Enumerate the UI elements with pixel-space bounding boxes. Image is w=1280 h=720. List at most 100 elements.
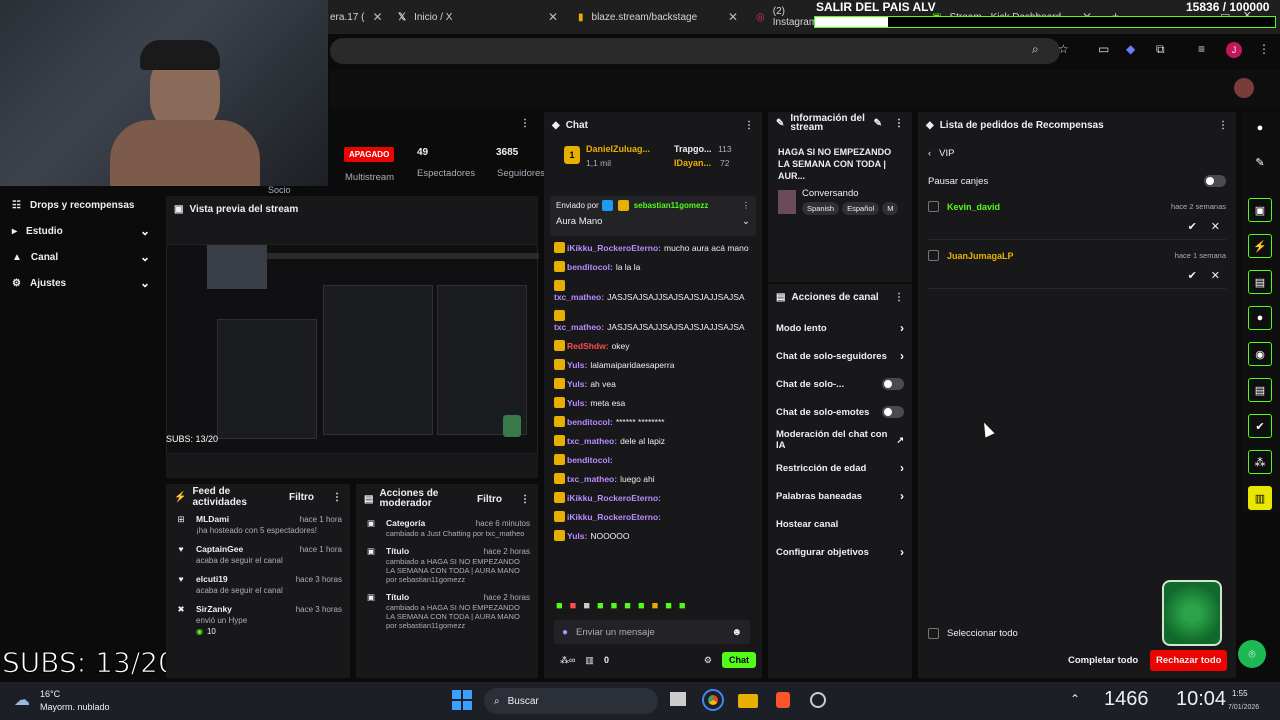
chat-username[interactable]: RedShdw: — [567, 341, 609, 351]
chat-username[interactable]: txc_matheo: — [554, 292, 604, 302]
mic-icon[interactable]: ● — [562, 627, 568, 638]
sidebar-item-canal[interactable]: ▲ Canal ⌄ — [0, 244, 162, 270]
pinned-message[interactable]: Enviado por sebastian11gomezz ⋮ Aura Mano ⌄ — [550, 196, 756, 236]
channel-action-item[interactable]: Chat de solo-... — [768, 370, 912, 398]
chevron-down-icon[interactable]: ⌄ — [742, 216, 750, 227]
chat-icon[interactable]: ● — [1248, 306, 1272, 330]
channel-action-item[interactable]: Chat de solo-emotes — [768, 398, 912, 426]
chat-username[interactable]: benditocol: — [567, 262, 613, 272]
sidebar-item-estudio[interactable]: ▸ Estudio ⌄ — [0, 218, 162, 244]
sidebar-item-drops[interactable]: ☷ Drops y recompensas — [0, 192, 162, 218]
chat-message[interactable]: iKikku_RockeroEterno: — [554, 511, 754, 523]
menu-icon[interactable]: ⋮ — [1258, 42, 1270, 56]
multistream-label[interactable]: Multistream — [345, 172, 394, 183]
emote-icon[interactable]: ■ — [624, 600, 631, 612]
chat-username[interactable]: benditocol: — [567, 455, 613, 465]
list-icon[interactable]: ≡ — [1198, 42, 1205, 56]
document-icon[interactable]: ▤ — [1248, 270, 1272, 294]
screen-icon[interactable]: ▣ — [1248, 198, 1272, 222]
avatar[interactable] — [1234, 78, 1254, 98]
star-icon[interactable]: ☆ — [1058, 42, 1069, 56]
taskbar-search[interactable]: ⌕ Buscar — [484, 688, 658, 714]
filter-button[interactable]: Filtro — [289, 492, 314, 503]
menu-icon[interactable]: ⋮ — [1218, 120, 1228, 131]
users-icon[interactable]: ⁂∞ — [560, 655, 575, 666]
wrench-icon[interactable]: ✔ — [1248, 414, 1272, 438]
gift-icon[interactable]: ▥ — [1248, 486, 1272, 510]
external-link-icon[interactable]: ↗ — [896, 435, 904, 446]
chrome-icon[interactable] — [702, 689, 724, 711]
edit-icon[interactable]: ✎ — [1248, 150, 1272, 174]
reward-user[interactable]: JuanJumagaLP — [947, 251, 1014, 261]
chat-username[interactable]: Yuls: — [567, 398, 587, 408]
toggle-switch[interactable] — [882, 378, 904, 390]
chat-message[interactable]: txc_matheo: luego ahi — [554, 473, 754, 485]
menu-icon[interactable]: ⋮ — [332, 492, 342, 503]
chat-username[interactable]: txc_matheo: — [567, 436, 617, 446]
filter-button[interactable]: Filtro — [477, 494, 502, 505]
activity-item[interactable]: ♥ CaptainGee hace 1 hora acaba de seguir el… — [166, 540, 350, 570]
edit-icon[interactable]: ✎ — [874, 118, 882, 129]
broadcast-icon[interactable]: ◉ — [1248, 342, 1272, 366]
activity-item[interactable]: ✖ SirZanky hace 3 horas envió un Hype ◉ 10 — [166, 600, 350, 641]
chat-username[interactable]: Yuls: — [567, 360, 587, 370]
chat-username[interactable]: benditocol: — [567, 417, 613, 427]
reject-icon[interactable]: ✕ — [1211, 269, 1220, 282]
channel-action-item[interactable]: Hostear canal — [768, 510, 912, 538]
menu-icon[interactable]: ⋮ — [894, 292, 904, 303]
chat-message[interactable]: benditocol: ****** ******** — [554, 416, 754, 428]
complete-all-button[interactable]: Completar todo — [1068, 655, 1138, 666]
lightning-icon[interactable]: ⚡ — [1248, 234, 1272, 258]
menu-icon[interactable]: ⋮ — [520, 494, 530, 505]
chat-input[interactable]: ● Enviar un mensaje ☻ — [554, 620, 750, 644]
activity-item[interactable]: ⊞ MLDami hace 1 hora ¡ha hosteado con 5 esp… — [166, 510, 350, 540]
reject-all-button[interactable]: Rechazar todo — [1150, 650, 1228, 671]
chat-username[interactable]: iKikku_RockeroEterno: — [567, 512, 661, 522]
chat-username[interactable]: Yuls: — [567, 531, 587, 541]
zoom-icon[interactable]: ⌕ — [1032, 42, 1039, 57]
chat-message[interactable]: txc_matheo: JASJSAJSAJJSAJSAJSJAJJSAJSA — [554, 280, 754, 303]
users-icon[interactable]: ⁂ — [1248, 450, 1272, 474]
channel-action-item[interactable]: Configurar objetivos › — [768, 538, 912, 566]
top-user[interactable]: DanielZuluag... — [586, 144, 650, 154]
chat-message[interactable]: benditocol: la la la — [554, 261, 754, 273]
chat-username[interactable]: iKikku_RockeroEterno: — [567, 493, 661, 503]
app-icon[interactable] — [810, 692, 826, 708]
emote-icon[interactable]: ■ — [597, 600, 604, 612]
activity-user[interactable]: MLDami — [196, 514, 229, 525]
folder-icon[interactable] — [738, 694, 758, 708]
toggle-switch[interactable] — [882, 406, 904, 418]
emoji-icon[interactable]: ☻ — [731, 627, 742, 638]
list-icon[interactable]: ▤ — [1248, 378, 1272, 402]
profile-avatar[interactable]: J — [1226, 42, 1242, 58]
emote-icon[interactable]: ■ — [638, 600, 645, 612]
emote-icon[interactable]: ■ — [679, 600, 686, 612]
channel-action-item[interactable]: Moderación del chat con IA ↗ — [768, 426, 912, 454]
sidebar-item-ajustes[interactable]: ⚙ Ajustes ⌄ — [0, 270, 162, 296]
support-icon[interactable]: ⌾ — [1238, 640, 1266, 668]
top2-user[interactable]: Trapgo... — [674, 144, 712, 154]
activity-user[interactable]: elcuti19 — [196, 574, 228, 585]
chat-message[interactable]: Yuls: lalamaiparidaesaperra — [554, 359, 754, 371]
gift-icon[interactable]: ▥ — [585, 655, 594, 666]
tag-chip[interactable]: Español — [842, 202, 880, 215]
chat-message[interactable]: benditocol: — [554, 454, 754, 466]
puzzle-icon[interactable]: ⧉ — [1156, 42, 1165, 57]
chat-username[interactable]: Yuls: — [567, 379, 587, 389]
close-icon[interactable]: ✕ — [372, 10, 382, 24]
stream-preview-video[interactable] — [166, 244, 539, 454]
cast-icon[interactable]: ▭ — [1098, 42, 1109, 56]
chat-message[interactable]: RedShdw: okey — [554, 340, 754, 352]
emote-icon[interactable]: ■ — [652, 600, 659, 612]
taskview-icon[interactable] — [670, 692, 686, 706]
chat-message[interactable]: txc_matheo: dele al lapiz — [554, 435, 754, 447]
select-all-checkbox[interactable] — [928, 628, 939, 639]
tray-chevron-icon[interactable]: ⌃ — [1070, 692, 1080, 706]
chat-message[interactable]: Yuls: ah vea — [554, 378, 754, 390]
menu-icon[interactable]: ⋮ — [894, 118, 904, 129]
reward-checkbox[interactable] — [928, 250, 939, 261]
close-icon[interactable]: ✕ — [728, 10, 738, 24]
accept-icon[interactable]: ✔ — [1188, 220, 1197, 233]
menu-icon[interactable]: ⋮ — [744, 120, 754, 131]
emote-icon[interactable]: ■ — [611, 600, 618, 612]
